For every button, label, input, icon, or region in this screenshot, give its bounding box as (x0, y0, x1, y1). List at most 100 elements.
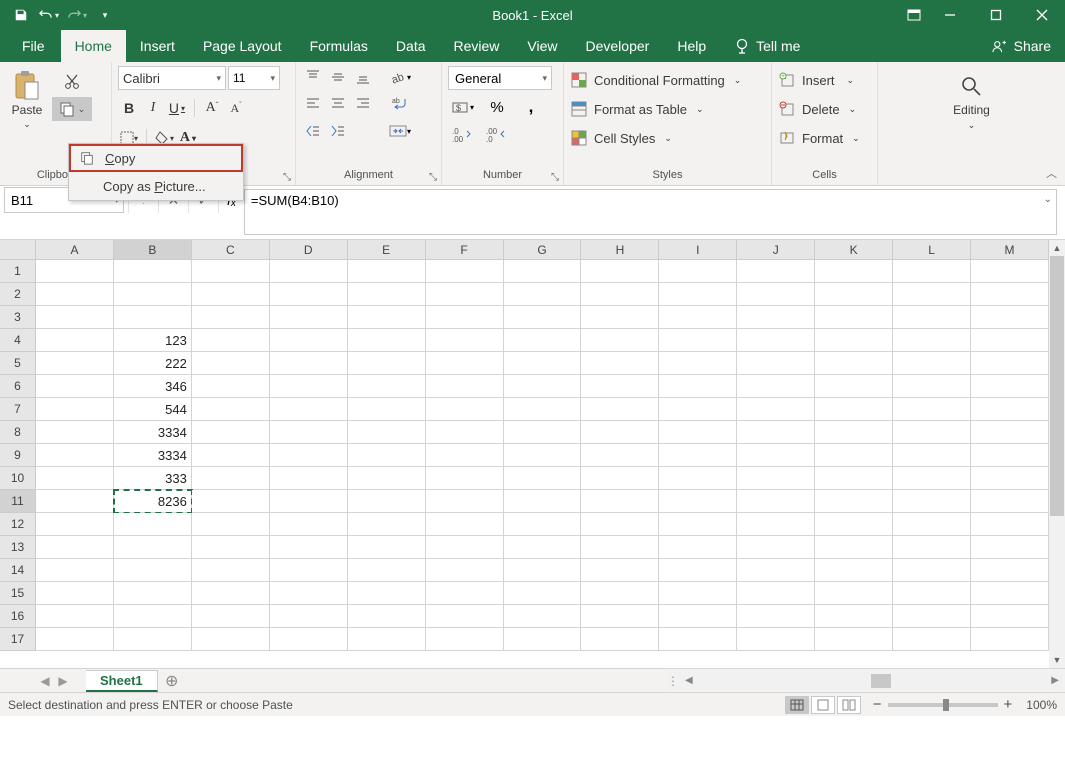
cell-M12[interactable] (971, 513, 1049, 536)
cell-C4[interactable] (192, 329, 270, 352)
cell-H5[interactable] (581, 352, 659, 375)
formula-bar[interactable]: =SUM(B4:B10) ⌄ (244, 189, 1057, 235)
cell-G13[interactable] (504, 536, 582, 559)
cell-M8[interactable] (971, 421, 1049, 444)
bold-button[interactable]: B (118, 97, 140, 119)
cell-K3[interactable] (815, 306, 893, 329)
page-break-view-button[interactable] (837, 696, 861, 714)
cell-C11[interactable] (192, 490, 270, 513)
format-cells-button[interactable]: Format⌄ (778, 126, 860, 150)
cell-H8[interactable] (581, 421, 659, 444)
cell-G15[interactable] (504, 582, 582, 605)
menu-item-copy-as-picture[interactable]: Copy as Picture...Copy as Picture... (69, 172, 243, 200)
tell-me[interactable]: Tell me (720, 30, 814, 62)
cell-C17[interactable] (192, 628, 270, 651)
cell-D9[interactable] (270, 444, 348, 467)
cell-D2[interactable] (270, 283, 348, 306)
cell-D6[interactable] (270, 375, 348, 398)
cell-G17[interactable] (504, 628, 582, 651)
cell-K12[interactable] (815, 513, 893, 536)
column-header-I[interactable]: I (659, 240, 737, 260)
cell-H2[interactable] (581, 283, 659, 306)
row-header-16[interactable]: 16 (0, 605, 36, 628)
cell-L5[interactable] (893, 352, 971, 375)
cell-C15[interactable] (192, 582, 270, 605)
cell-A3[interactable] (36, 306, 114, 329)
cell-I9[interactable] (659, 444, 737, 467)
cell-F14[interactable] (426, 559, 504, 582)
cell-A7[interactable] (36, 398, 114, 421)
cell-G3[interactable] (504, 306, 582, 329)
cell-F15[interactable] (426, 582, 504, 605)
cell-I4[interactable] (659, 329, 737, 352)
cell-H13[interactable] (581, 536, 659, 559)
cell-J10[interactable] (737, 467, 815, 490)
row-header-7[interactable]: 7 (0, 398, 36, 421)
column-header-F[interactable]: F (426, 240, 504, 260)
cell-D16[interactable] (270, 605, 348, 628)
cell-J9[interactable] (737, 444, 815, 467)
tab-data[interactable]: Data (382, 30, 440, 62)
cell-M16[interactable] (971, 605, 1049, 628)
cell-H14[interactable] (581, 559, 659, 582)
cell-B5[interactable]: 222 (114, 352, 192, 375)
cell-D17[interactable] (270, 628, 348, 651)
undo-button[interactable]: ▾ (36, 2, 62, 28)
cell-J8[interactable] (737, 421, 815, 444)
redo-button[interactable]: ▾ (64, 2, 90, 28)
hscroll-thumb[interactable] (871, 674, 891, 688)
column-header-J[interactable]: J (737, 240, 815, 260)
align-right-button[interactable] (352, 93, 374, 115)
row-header-9[interactable]: 9 (0, 444, 36, 467)
number-format-select[interactable]: General▾ (448, 66, 552, 90)
cell-B3[interactable] (114, 306, 192, 329)
maximize-button[interactable] (973, 2, 1019, 28)
merge-center-button[interactable]: ▾ (384, 120, 416, 142)
grow-font-button[interactable]: Aˆ (201, 97, 223, 119)
cell-E9[interactable] (348, 444, 426, 467)
cell-F2[interactable] (426, 283, 504, 306)
cell-F1[interactable] (426, 260, 504, 283)
cell-A8[interactable] (36, 421, 114, 444)
tab-help[interactable]: Help (663, 30, 720, 62)
zoom-in-button[interactable]: + (1004, 696, 1013, 713)
hscroll-splitter[interactable]: ⋮ (667, 674, 673, 688)
cell-M7[interactable] (971, 398, 1049, 421)
cell-L12[interactable] (893, 513, 971, 536)
cell-L6[interactable] (893, 375, 971, 398)
cell-A10[interactable] (36, 467, 114, 490)
cell-J5[interactable] (737, 352, 815, 375)
cell-J12[interactable] (737, 513, 815, 536)
vscroll-thumb[interactable] (1050, 256, 1064, 516)
cells-area[interactable]: 123222346544333433343338236 (36, 260, 1049, 668)
cell-M6[interactable] (971, 375, 1049, 398)
cell-G5[interactable] (504, 352, 582, 375)
cell-J2[interactable] (737, 283, 815, 306)
cell-M17[interactable] (971, 628, 1049, 651)
cell-K5[interactable] (815, 352, 893, 375)
column-header-A[interactable]: A (36, 240, 114, 260)
tab-insert[interactable]: Insert (126, 30, 189, 62)
cell-B6[interactable]: 346 (114, 375, 192, 398)
cell-G16[interactable] (504, 605, 582, 628)
cell-A16[interactable] (36, 605, 114, 628)
cell-J13[interactable] (737, 536, 815, 559)
cell-D12[interactable] (270, 513, 348, 536)
cell-C12[interactable] (192, 513, 270, 536)
cell-C5[interactable] (192, 352, 270, 375)
cell-F16[interactable] (426, 605, 504, 628)
cell-B1[interactable] (114, 260, 192, 283)
cell-K4[interactable] (815, 329, 893, 352)
cell-K1[interactable] (815, 260, 893, 283)
cell-E13[interactable] (348, 536, 426, 559)
zoom-level[interactable]: 100% (1026, 698, 1057, 712)
cell-A2[interactable] (36, 283, 114, 306)
cell-F17[interactable] (426, 628, 504, 651)
cell-F5[interactable] (426, 352, 504, 375)
cell-A12[interactable] (36, 513, 114, 536)
cell-F9[interactable] (426, 444, 504, 467)
cell-A5[interactable] (36, 352, 114, 375)
cell-D3[interactable] (270, 306, 348, 329)
conditional-formatting-button[interactable]: Conditional Formatting⌄ (570, 68, 741, 92)
tab-review[interactable]: Review (440, 30, 514, 62)
